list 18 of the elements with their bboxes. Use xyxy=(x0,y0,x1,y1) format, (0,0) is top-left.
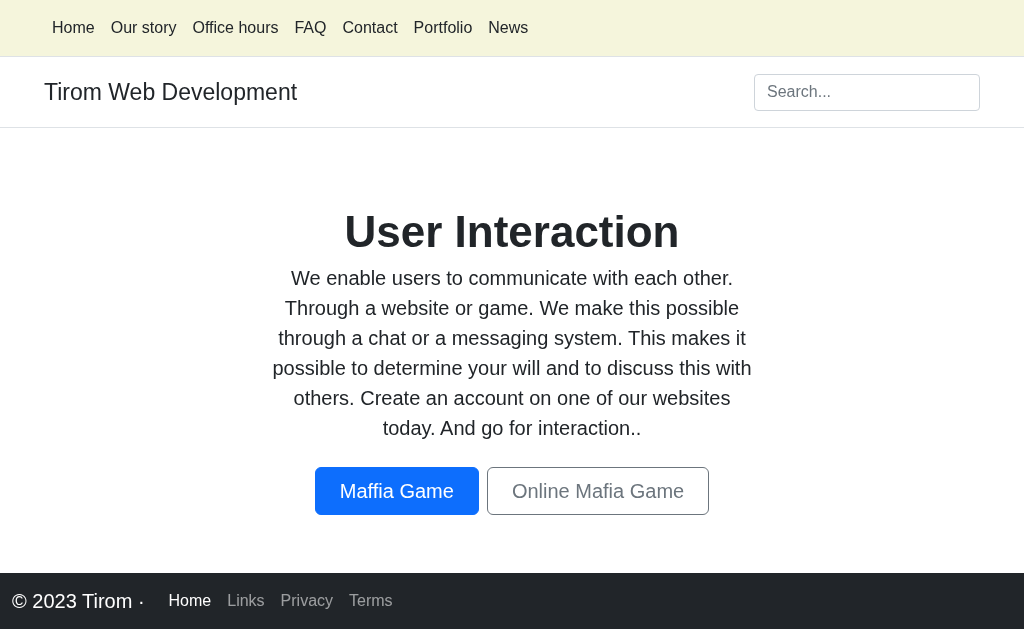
hero-text: We enable users to communicate with each other. Through a website or game. We make this possible through a chat or a messaging system. This makes it possible to determine your will and to discuss this with others. Create an account on one of our websites today. And go for interaction.. xyxy=(271,265,753,441)
hero-title: User Interaction xyxy=(344,206,680,259)
link-button[interactable]: Online Mafia Game xyxy=(486,466,710,515)
nav-link[interactable]: Office hours xyxy=(184,8,287,48)
footer-link[interactable]: Privacy xyxy=(272,589,342,613)
nav-link[interactable]: Contact xyxy=(334,8,406,48)
site-title[interactable]: Tirom Web Development xyxy=(44,74,298,110)
nav-link[interactable]: Our story xyxy=(102,8,185,48)
footer-link[interactable]: Terms xyxy=(341,589,401,613)
nav-link[interactable]: News xyxy=(480,8,537,48)
nav-link[interactable]: Home xyxy=(44,8,103,48)
footer-link[interactable]: Home xyxy=(160,589,220,613)
nav-link[interactable]: FAQ xyxy=(286,8,335,48)
footer-link[interactable]: Links xyxy=(219,589,273,613)
link-button[interactable]: Maffia Game xyxy=(314,466,479,515)
nav-link[interactable]: Portfolio xyxy=(405,8,481,48)
copyright-text: © 2023 Tirom · xyxy=(12,589,145,614)
search-field[interactable]: Search... xyxy=(754,73,980,111)
